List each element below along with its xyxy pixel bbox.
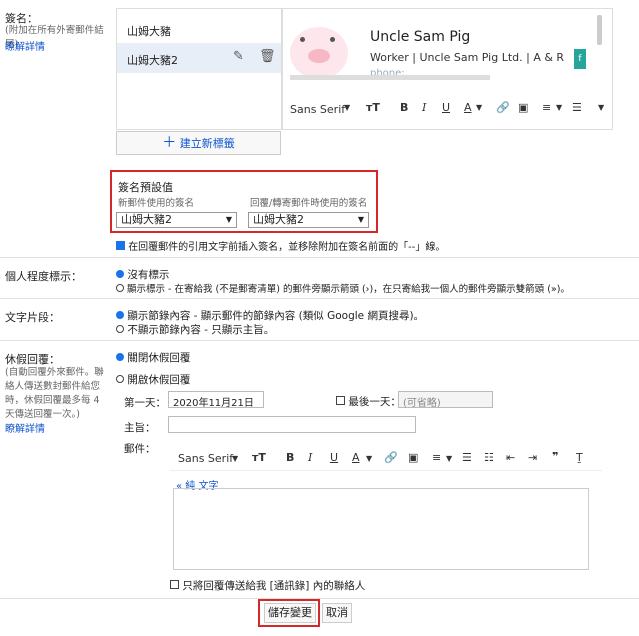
underline-icon[interactable]: U [330,451,338,464]
divider [0,257,639,258]
message-label: 郵件： [124,443,156,455]
signature-list-item[interactable]: 山姆大豬 [127,23,171,39]
signature-list-item-label: 山姆大豬2 [127,54,178,67]
reply-signature-select[interactable]: 山姆大豬2 ▼ [248,212,369,228]
snippets-show-option[interactable]: 顯示節錄內容 - 顯示郵件的節錄內容 (類似 Google 網頁搜尋)。 [116,308,424,323]
indent-less-icon[interactable]: ⇤ [506,451,515,464]
last-day-input[interactable]: (可省略) [398,391,493,409]
bulleted-list-icon[interactable]: ☷ [484,451,494,464]
contacts-only-option[interactable]: 只將回覆傳送給我 [通訊錄] 內的聯絡人 [170,578,365,593]
chevron-down-icon[interactable]: ▼ [232,454,238,463]
new-mail-signature-label: 新郵件使用的簽名 [118,198,195,209]
font-size-icon[interactable]: тT [366,101,380,114]
font-select[interactable]: Sans Serif [178,452,233,465]
divider [0,298,639,299]
font-size-icon[interactable]: тT [252,451,266,464]
delete-icon[interactable]: 🗑 [259,49,276,64]
blurred-line [290,75,490,80]
signature-defaults-title: 簽名預設值 [118,181,173,194]
radio-button[interactable] [116,375,124,383]
reply-signature-label: 回覆/轉寄郵件時使用的簽名 [250,198,368,209]
contacts-only-checkbox[interactable] [170,580,179,589]
indent-more-icon[interactable]: ⇥ [528,451,537,464]
more-options-icon[interactable]: ▼ [598,103,604,112]
first-day-label: 第一天： [124,397,166,409]
plus-icon: ＋ [162,135,177,151]
italic-icon[interactable]: I [308,451,312,464]
signature-editor[interactable]: Uncle Sam Pig Worker | Uncle Sam Pig Ltd… [281,8,613,130]
numbered-list-icon[interactable]: ☰ [462,451,472,464]
text-color-icon[interactable]: A [352,451,360,464]
chevron-down-icon[interactable]: ▼ [556,103,562,112]
chevron-down-icon[interactable]: ▼ [344,103,350,112]
subject-label: 主旨： [124,422,156,434]
chevron-down-icon: ▼ [357,215,364,224]
italic-icon[interactable]: I [422,101,426,114]
chevron-down-icon[interactable]: ▼ [446,454,452,463]
signature-toolbar: Sans Serif ▼ тT B I U A ▼ 🔗 ▣ ≡ ▼ ☰ ▼ [282,97,612,123]
bold-icon[interactable]: B [400,101,408,114]
radio-button[interactable] [116,270,124,278]
cancel-button[interactable]: 取消 [322,603,352,623]
personal-indicators-on-option[interactable]: 顯示標示 - 在寄給我 (不是郵寄清單) 的郵件旁顯示箭頭 (›)，在只寄給我一… [116,281,570,295]
text-color-icon[interactable]: A [464,101,472,114]
subject-input[interactable] [168,416,416,433]
pig-snout-icon [308,49,330,63]
card-name: Uncle Sam Pig [370,29,471,45]
link-icon[interactable]: 🔗 [496,101,510,114]
quote-icon[interactable]: ❞ [552,450,558,463]
vacation-sub: (自動回覆外來郵件。聯絡人傳送數封郵件給您時，休假回覆最多每 4 天傳送回覆一次… [5,367,104,420]
signature-list: 山姆大豬 山姆大豬2 ✎ 🗑 [116,8,283,130]
last-day-checkbox[interactable] [336,396,345,405]
first-day-input[interactable]: 2020年11月21日 [168,391,264,409]
vacation-on-option[interactable]: 開啟休假回覆 [116,372,190,387]
insert-before-quote-checkbox[interactable] [116,241,125,250]
align-icon[interactable]: ≡ [542,101,551,114]
link-icon[interactable]: 🔗 [384,451,398,464]
chevron-down-icon[interactable]: ▼ [476,103,482,112]
divider [0,340,639,341]
save-button[interactable]: 儲存變更 [264,603,316,623]
image-icon[interactable]: ▣ [518,101,528,114]
pig-eye-icon [330,37,335,42]
underline-icon[interactable]: U [442,101,450,114]
align-icon[interactable]: ≡ [432,451,441,464]
signature-list-item-selected[interactable]: 山姆大豬2 ✎ 🗑 [117,43,282,73]
vacation-learn-more-link[interactable]: 瞭解詳情 [5,420,45,435]
vacation-toolbar: Sans Serif ▼ тT B I U A ▼ 🔗 ▣ ≡ ▼ ☰ ☷ ⇤ … [170,446,602,471]
font-select[interactable]: Sans Serif [290,103,345,116]
pig-avatar [290,27,348,79]
edit-icon[interactable]: ✎ [233,49,244,64]
card-title: Worker | Uncle Sam Pig Ltd. | A & R [370,51,565,64]
snippets-hide-option[interactable]: 不顯示節錄內容 - 只顯示主旨。 [116,322,274,337]
new-mail-signature-select[interactable]: 山姆大豬2 ▼ [116,212,237,228]
radio-button[interactable] [116,353,124,361]
numbered-list-icon[interactable]: ☰ [572,101,582,114]
radio-button[interactable] [116,325,124,333]
facebook-icon: f [574,49,586,69]
image-icon[interactable]: ▣ [408,451,418,464]
chevron-down-icon: ▼ [225,215,232,224]
signature-learn-more-link[interactable]: 瞭解詳情 [5,38,45,53]
vacation-off-option[interactable]: 關閉休假回覆 [116,350,190,365]
personal-indicators-off-option[interactable]: 沒有標示 [116,267,169,282]
create-new-signature-button[interactable]: ＋ 建立新標籤 [116,131,281,155]
pig-eye-icon [300,37,305,42]
bold-icon[interactable]: B [286,451,294,464]
vacation-message-editor[interactable] [173,488,589,570]
remove-formatting-icon[interactable]: Ṯ [576,451,583,464]
radio-button[interactable] [116,284,124,292]
snippets-label: 文字片段： [5,311,60,324]
radio-button[interactable] [116,311,124,319]
editor-scrollbar[interactable] [597,15,602,45]
insert-before-quote-row[interactable]: 在回覆郵件的引用文字前插入簽名，並移除附加在簽名前面的「--」線。 [116,238,445,253]
personal-indicators-label: 個人程度標示： [5,270,82,283]
last-day-option[interactable]: 最後一天： [336,394,401,409]
chevron-down-icon[interactable]: ▼ [366,454,372,463]
vacation-label: 休假回覆： [5,353,60,366]
